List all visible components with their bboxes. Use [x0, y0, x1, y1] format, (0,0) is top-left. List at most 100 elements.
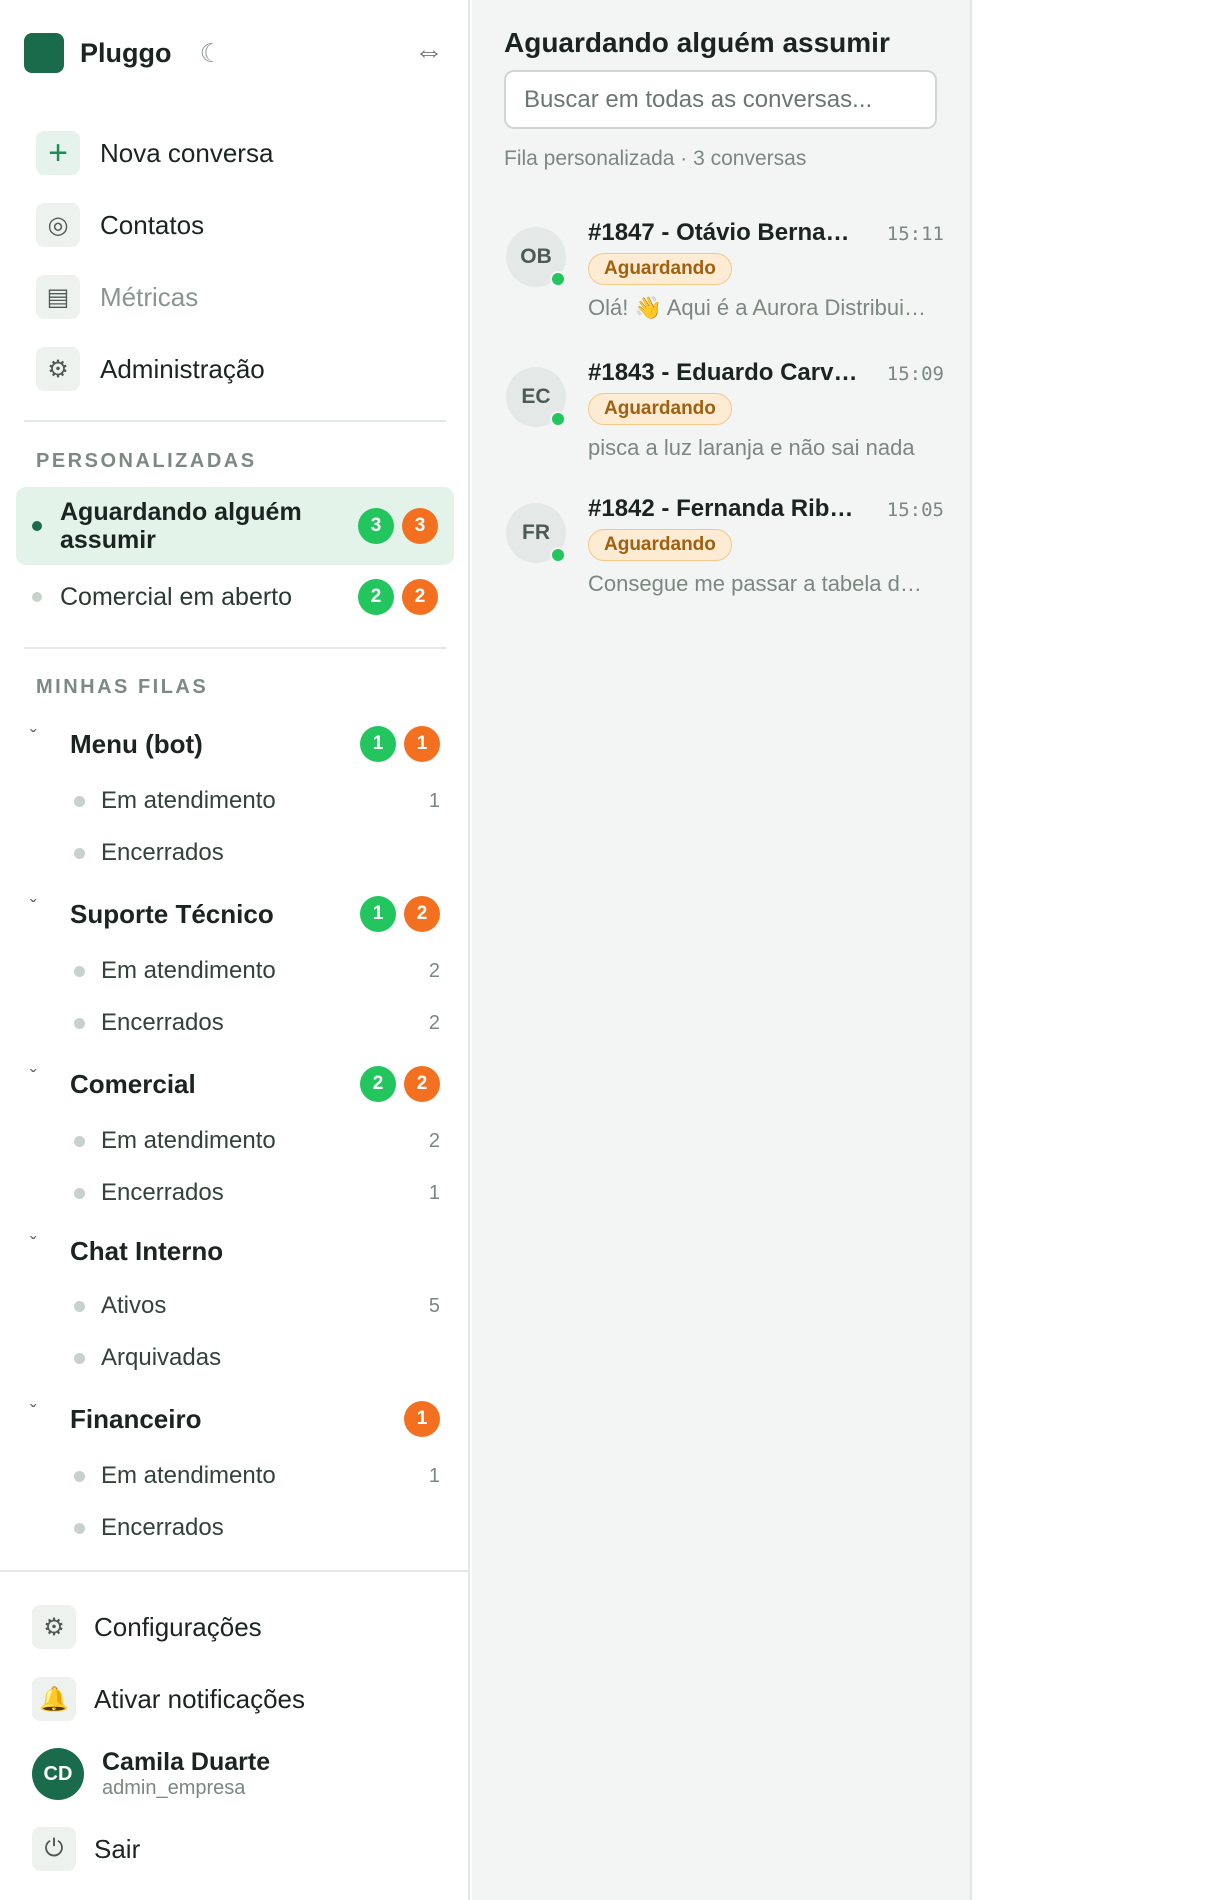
dot [74, 1135, 85, 1147]
queue-sub-item[interactable]: Em atendimento 1 [74, 781, 440, 821]
dot [74, 1352, 85, 1364]
avatar: CD [32, 1748, 84, 1800]
sub-count: 1 [428, 789, 440, 812]
sub-count: 5 [428, 1294, 440, 1317]
badges: 1 2 [360, 896, 440, 932]
sub-label: Em atendimento [101, 957, 276, 984]
nav-label: Contatos [100, 209, 205, 240]
conversation-title: #1847 - Otávio Bernardes [588, 219, 858, 246]
dot [74, 1300, 85, 1312]
queue-sub-item[interactable]: Ativos 5 [74, 1286, 440, 1326]
gear-icon: ⚙ [32, 1605, 76, 1649]
nav-label: Nova conversa [100, 137, 274, 168]
bell-icon: 🔔 [32, 1677, 76, 1721]
sub-label: Encerrados [101, 1179, 224, 1206]
report-icon: ▤ [36, 275, 80, 319]
list-title: Aguardando alguém assumir [504, 27, 890, 58]
custom-queue-aguardando[interactable]: Aguardando alguém assumir 3 3 [16, 487, 454, 565]
sub-count: 2 [428, 1129, 440, 1152]
count-badge-green: 2 [358, 579, 394, 615]
conversation-item[interactable]: FR #1842 - Fernanda Ribeiro 15:05 Aguard… [504, 491, 944, 611]
sub-label: Em atendimento [101, 787, 276, 814]
chevron-down-icon[interactable]: ˇ [30, 1234, 54, 1257]
dot [74, 965, 85, 977]
dot [74, 1187, 85, 1199]
queue-suporte-tecnico[interactable]: ˇ Suporte Técnico 1 2 [30, 892, 440, 936]
conversation-time: 15:11 [886, 223, 944, 245]
count-badge-green: 1 [360, 896, 396, 932]
custom-queue-label: Comercial em aberto [60, 583, 293, 611]
sub-count: 2 [428, 959, 440, 982]
dot [32, 592, 42, 602]
count-badge-orange: 3 [402, 508, 438, 544]
queue-sub-item[interactable]: Encerrados [74, 833, 440, 873]
queue-name: Chat Interno [70, 1235, 224, 1266]
queue-comercial[interactable]: ˇ Comercial 2 2 [30, 1062, 440, 1106]
expand-arrows-icon[interactable]: ⇔ [414, 35, 444, 69]
count-badge-orange: 2 [404, 1066, 440, 1102]
queue-chat-interno[interactable]: ˇ Chat Interno [30, 1229, 440, 1273]
conversation-title: #1843 - Eduardo Carvalho [588, 359, 858, 386]
count-badge-green: 3 [358, 508, 394, 544]
divider [24, 647, 446, 649]
custom-queue-label: Aguardando alguém assumir [60, 498, 302, 554]
user-profile[interactable]: CD Camila Duarte admin_empresa [32, 1745, 270, 1803]
conversation-preview: Consegue me passar a tabela de preços [588, 571, 928, 596]
nav-nova-conversa[interactable]: + Nova conversa [36, 117, 436, 189]
queue-name: Comercial [70, 1068, 196, 1099]
chevron-down-icon[interactable]: ˇ [30, 1402, 54, 1425]
badges: 1 [404, 1401, 440, 1437]
queue-menu-bot[interactable]: ˇ Menu (bot) 1 1 [30, 722, 440, 766]
custom-queue-comercial[interactable]: Comercial em aberto 2 2 [16, 575, 454, 619]
count-badge-orange: 1 [404, 726, 440, 762]
count-badge-green: 2 [360, 1066, 396, 1102]
conversation-time: 15:09 [886, 363, 944, 385]
queue-sub-item[interactable]: Encerrados 1 [74, 1173, 440, 1213]
queue-sub-item[interactable]: Em atendimento 2 [74, 1121, 440, 1161]
nav-contatos[interactable]: ◎ Contatos [36, 189, 436, 261]
queue-financeiro[interactable]: ˇ Financeiro 1 [30, 1397, 440, 1441]
list-subtitle: Fila personalizada · 3 conversas [504, 147, 807, 170]
moon-icon[interactable]: ☾ [199, 38, 222, 69]
active-dot [32, 521, 42, 531]
count-badge-orange: 2 [404, 896, 440, 932]
notifications-label: Ativar notificações [94, 1683, 305, 1714]
chevron-down-icon[interactable]: ˇ [30, 1067, 54, 1090]
notifications-button[interactable]: 🔔 Ativar notificações [32, 1674, 305, 1724]
badges: 3 3 [358, 508, 438, 544]
search-input[interactable] [504, 70, 937, 129]
chevron-down-icon[interactable]: ˇ [30, 727, 54, 750]
section-title-minhas-filas: MINHAS FILAS [36, 676, 209, 698]
online-status-dot [550, 547, 566, 563]
chevron-down-icon[interactable]: ˇ [30, 897, 54, 920]
queue-sub-item[interactable]: Encerrados [74, 1508, 440, 1548]
nav-label: Métricas [100, 281, 199, 312]
queue-sub-item[interactable]: Arquivadas [74, 1338, 440, 1378]
sub-label: Em atendimento [101, 1462, 276, 1489]
badges: 1 1 [360, 726, 440, 762]
conversation-preview: pisca a luz laranja e não sai nada [588, 435, 915, 460]
conversation-title: #1842 - Fernanda Ribeiro [588, 495, 858, 522]
dot [74, 1017, 85, 1029]
logout-label: Sair [94, 1833, 141, 1864]
conversation-item[interactable]: OB #1847 - Otávio Bernardes 15:11 Aguard… [504, 215, 944, 335]
dot [74, 1522, 85, 1534]
nav-metricas[interactable]: ▤ Métricas [36, 261, 436, 333]
count-badge-orange: 1 [404, 1401, 440, 1437]
brand-header: Pluggo ☾ ⇔ [24, 33, 444, 73]
dot [74, 1470, 85, 1482]
logout-button[interactable]: ⏻ Sair [32, 1824, 140, 1874]
sub-label: Encerrados [101, 1514, 224, 1541]
queue-sub-item[interactable]: Encerrados 2 [74, 1003, 440, 1043]
conversation-item[interactable]: EC #1843 - Eduardo Carvalho 15:09 Aguard… [504, 355, 944, 475]
user-role: admin_empresa [102, 1777, 246, 1799]
settings-button[interactable]: ⚙ Configurações [32, 1602, 262, 1652]
nav-administracao[interactable]: ⚙ Administração [36, 333, 436, 405]
queue-sub-item[interactable]: Em atendimento 2 [74, 951, 440, 991]
conversation-preview: Olá! 👋 Aqui é a Aurora Distribuidora [588, 295, 928, 320]
sidebar: Pluggo ☾ ⇔ + Nova conversa ◎ Contatos ▤ … [0, 0, 470, 1900]
queue-sub-item[interactable]: Em atendimento 1 [74, 1456, 440, 1496]
online-status-dot [550, 271, 566, 287]
status-badge: Aguardando [588, 529, 732, 561]
sub-label: Arquivadas [101, 1344, 222, 1371]
